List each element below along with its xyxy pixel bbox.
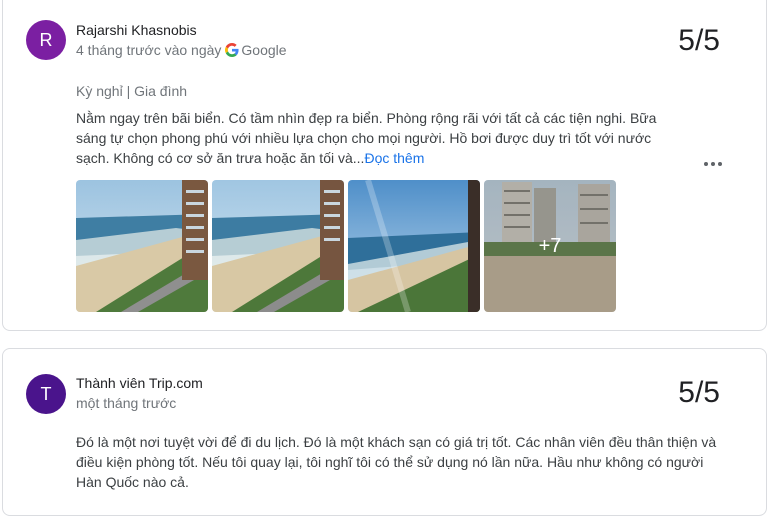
avatar[interactable]: R: [26, 20, 66, 60]
review-time: một tháng trước: [76, 395, 177, 411]
review-score: 5/5: [678, 376, 720, 409]
review-card: R Rajarshi Khasnobis 4 tháng trước vào n…: [2, 0, 767, 331]
read-more-link[interactable]: Đọc thêm: [364, 150, 424, 166]
more-photos-count[interactable]: +7: [484, 180, 616, 312]
review-time: 4 tháng trước vào ngày: [76, 42, 222, 58]
review-photo-more[interactable]: +7: [484, 180, 616, 312]
review-meta: một tháng trước: [76, 395, 176, 411]
review-photo[interactable]: [212, 180, 344, 312]
reviewer-name[interactable]: Thành viên Trip.com: [76, 375, 203, 391]
google-g-icon: [225, 43, 239, 57]
review-text: Đó là một nơi tuyệt vời để đi du lịch. Đ…: [76, 434, 717, 490]
review-card: T Thành viên Trip.com một tháng trước 5/…: [2, 348, 767, 516]
reviewer-name[interactable]: Rajarshi Khasnobis: [76, 22, 197, 38]
review-text: Nằm ngay trên bãi biển. Có tầm nhìn đẹp …: [76, 108, 676, 168]
review-photo[interactable]: [76, 180, 208, 312]
avatar[interactable]: T: [26, 374, 66, 414]
trip-tags: Kỳ nghỉ | Gia đình: [76, 83, 188, 99]
review-score: 5/5: [678, 24, 720, 57]
review-photo[interactable]: [348, 180, 480, 312]
review-meta: 4 tháng trước vào ngày Google: [76, 42, 287, 58]
more-options-icon[interactable]: [700, 158, 726, 170]
review-source: Google: [241, 42, 287, 58]
